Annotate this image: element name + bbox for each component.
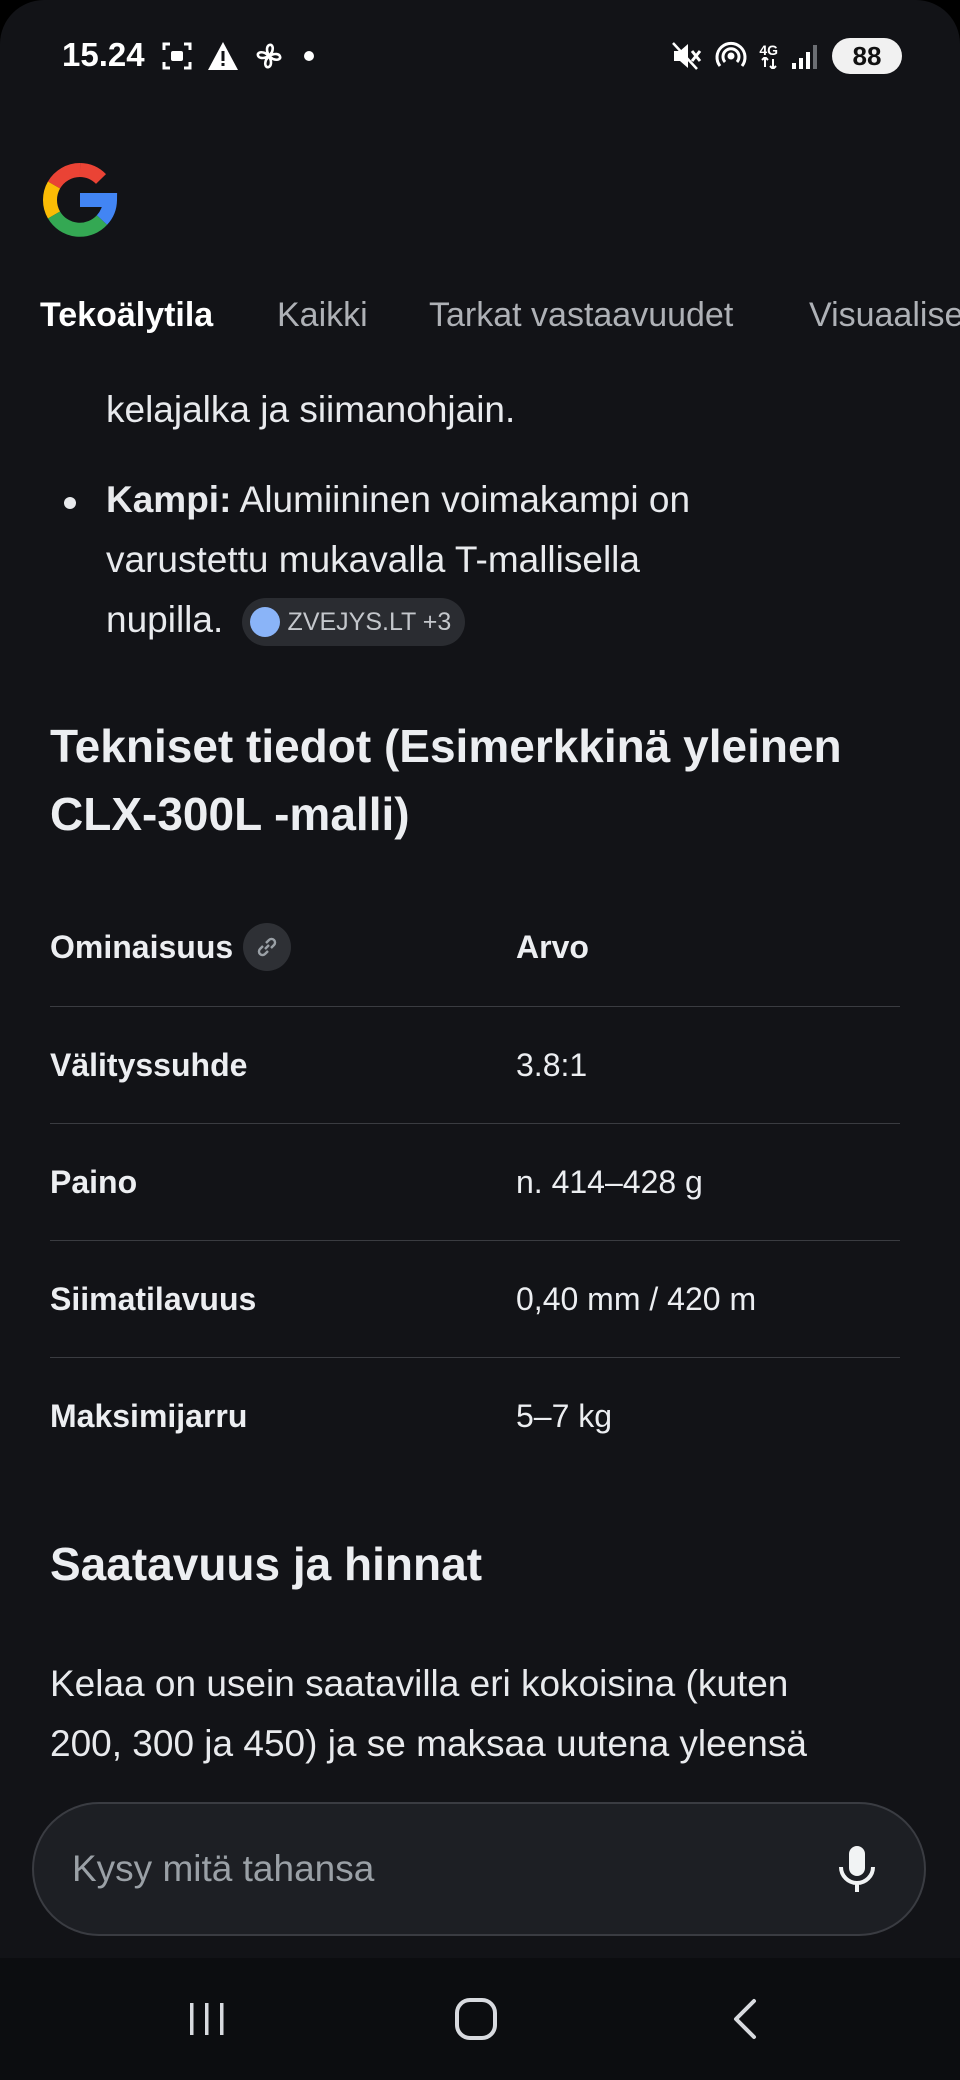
warning-icon — [208, 42, 238, 70]
section-title-specs-line1: Tekniset tiedot (Esimerkkinä yleinen — [50, 720, 842, 772]
table-row: Siimatilavuus 0,40 mm / 420 m — [50, 1241, 900, 1358]
back-icon — [734, 1999, 756, 2039]
bullet-text-line2: varustettu mukavalla T-mallisella — [106, 539, 640, 580]
home-button[interactable] — [416, 1958, 536, 2080]
section-title-specs: Tekniset tiedot (Esimerkkinä yleinen CLX… — [50, 712, 930, 848]
section-title-specs-line2: CLX-300L -malli) — [50, 788, 410, 840]
table-header-label-text: Ominaisuus — [50, 929, 234, 965]
recents-icon — [190, 2003, 224, 2035]
link-icon[interactable] — [243, 923, 292, 971]
search-tabs: Tekoälytila Kaikki Tarkat vastaavuudet V… — [0, 284, 960, 354]
screenshot-icon — [162, 42, 192, 70]
table-row-label: Siimatilavuus — [50, 1281, 257, 1317]
bullet-kampi: Kampi: Alumiininen voimakampi on varuste… — [106, 470, 826, 650]
table-row-value: 3.8:1 — [516, 1047, 588, 1083]
status-time: 15.24 — [62, 36, 145, 73]
table-row-value: n. 414–428 g — [516, 1164, 703, 1200]
table-row-label: Maksimijarru — [50, 1398, 248, 1434]
bullet-text-line1: Alumiininen voimakampi on — [231, 479, 691, 520]
pinwheel-icon — [256, 43, 282, 69]
signal-icon — [792, 45, 817, 69]
table-row-label: Välityssuhde — [50, 1047, 248, 1083]
globe-icon — [249, 607, 280, 638]
availability-paragraph: Kelaa on usein saatavilla eri kokoisina … — [50, 1654, 930, 1774]
tab-exact-matches[interactable]: Tarkat vastaavuudet — [429, 296, 733, 335]
table-header-value: Arvo — [516, 929, 589, 965]
bullet-dot — [64, 497, 76, 509]
tab-visual[interactable]: Visuaalise — [809, 296, 960, 335]
back-button[interactable] — [686, 1958, 806, 2080]
table-row: Välityssuhde 3.8:1 — [50, 1007, 900, 1124]
table-row-value: 5–7 kg — [516, 1398, 613, 1434]
bullet-continuation: kelajalka ja siimanohjain. — [106, 389, 516, 430]
specs-table: Ominaisuus Arvo Välityssuhde 3.8:1 Paino… — [50, 888, 900, 1474]
status-icons-right: 4G 88 — [671, 36, 902, 76]
source-chip[interactable]: ZVEJYS.LT +3 — [241, 598, 466, 647]
tab-ai-mode[interactable]: Tekoälytila — [40, 296, 213, 335]
screen: 15.24 4G 88 Tekoälytila Kaikki Tarkat va… — [0, 0, 960, 2080]
status-bar: 15.24 4G 88 — [0, 0, 960, 116]
ask-input[interactable]: Kysy mitä tahansa — [32, 1802, 926, 1936]
notification-dot-icon — [304, 51, 314, 61]
system-nav-bar — [0, 1958, 960, 2080]
ask-input-placeholder: Kysy mitä tahansa — [72, 1848, 375, 1889]
paragraph-line1: Kelaa on usein saatavilla eri kokoisina … — [50, 1663, 789, 1704]
mute-icon — [672, 42, 702, 70]
table-row-value: 0,40 mm / 420 m — [516, 1281, 757, 1317]
network-type-label: 4G — [759, 42, 778, 58]
section-title-availability: Saatavuus ja hinnat — [50, 1538, 483, 1590]
battery-indicator: 88 — [832, 38, 902, 74]
table-row-label: Paino — [50, 1164, 138, 1200]
source-chip-label: ZVEJYS.LT +3 — [287, 608, 452, 637]
paragraph-line2: 200, 300 ja 450) ja se maksaa uutena yle… — [50, 1723, 807, 1764]
table-header-row: Ominaisuus Arvo — [50, 888, 900, 1007]
table-row: Paino n. 414–428 g — [50, 1124, 900, 1241]
home-icon — [455, 1998, 497, 2040]
network-type-icon: 4G — [759, 43, 778, 69]
tab-all[interactable]: Kaikki — [277, 296, 368, 335]
ai-answer-content: kelajalka ja siimanohjain. Kampi: Alumii… — [0, 360, 960, 1780]
google-logo-icon[interactable] — [40, 160, 120, 240]
table-header-label: Ominaisuus — [50, 888, 292, 1006]
bullet-text-line3: nupilla. — [106, 599, 224, 640]
hotspot-icon — [715, 41, 747, 67]
status-icons-left — [160, 38, 314, 74]
table-row: Maksimijarru 5–7 kg — [50, 1358, 900, 1474]
recents-button[interactable] — [147, 1958, 267, 2080]
microphone-icon[interactable] — [830, 1842, 884, 1896]
bullet-term: Kampi: — [106, 479, 232, 520]
